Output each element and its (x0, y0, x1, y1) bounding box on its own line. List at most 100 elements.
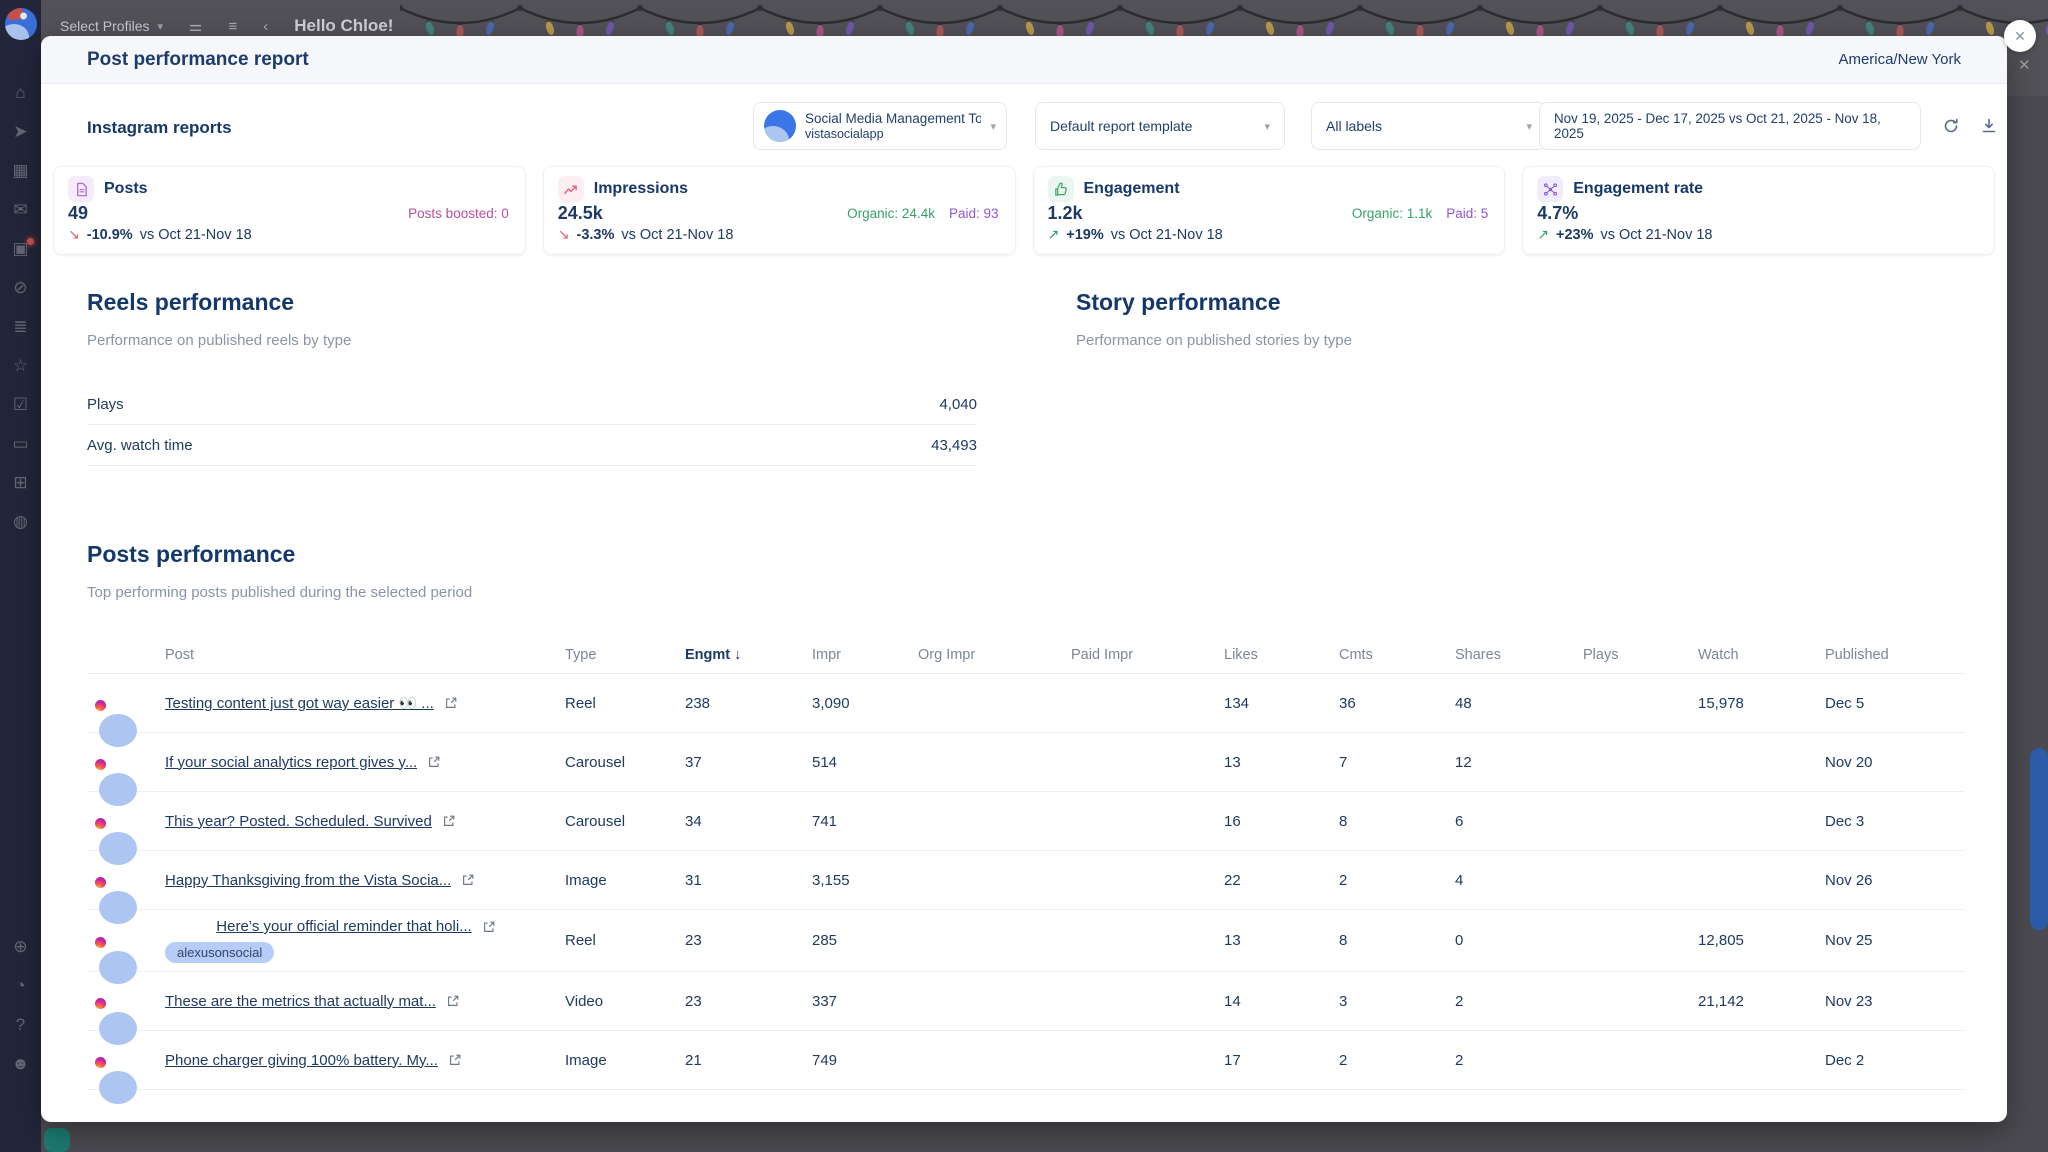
post-link[interactable]: Happy Thanksgiving from the Vista Socia.… (165, 872, 451, 889)
cell-impr: 3,090 (812, 695, 918, 712)
metric-card-engagement-rate: Engagement rate4.7%↗+23%vs Oct 21-Nov 18 (1522, 166, 1995, 255)
close-button[interactable]: ✕ (2004, 20, 2036, 52)
cell-likes: 16 (1224, 813, 1339, 830)
column-header-watch[interactable]: Watch (1698, 647, 1825, 663)
story-performance-subtitle: Performance on published stories by type (1076, 332, 1352, 349)
cell-engmt: 238 (685, 695, 812, 712)
sidebar-add-icon[interactable]: ⊕ (13, 938, 27, 955)
posts-performance-heading: Posts performance (87, 541, 295, 568)
reels-performance-heading: Reels performance (87, 289, 294, 316)
column-header-engmt[interactable]: Engmt ↓ (685, 647, 812, 663)
external-link-icon[interactable] (461, 873, 475, 887)
cell-type: Image (565, 1052, 685, 1069)
post-link[interactable]: These are the metrics that actually mat.… (165, 993, 436, 1010)
download-button[interactable] (1977, 114, 2001, 138)
cell-published: Nov 26 (1825, 872, 1965, 889)
trend-compare-label: vs Oct 21-Nov 18 (1111, 227, 1223, 243)
column-header-post[interactable]: Post (165, 647, 565, 663)
external-link-icon[interactable] (448, 1053, 462, 1067)
sidebar-inbox-icon[interactable]: ✉ (13, 201, 27, 218)
report-template-select[interactable]: Default report template ▾ (1035, 102, 1285, 150)
sidebar-advocacy-icon[interactable]: ◍ (13, 513, 28, 530)
cell-engmt: 21 (685, 1052, 812, 1069)
cell-cmts: 2 (1339, 872, 1455, 889)
filter-icon[interactable]: ⚌ (189, 17, 202, 35)
metric-card-impressions: Impressions24.5kOrganic: 24.4kPaid: 93↘-… (543, 166, 1016, 255)
table-header-row: PostTypeEngmt ↓ImprOrg ImprPaid ImprLike… (87, 636, 1965, 674)
chevron-down-icon: ▾ (157, 20, 163, 33)
engagement-icon (1048, 176, 1074, 202)
column-header-plays[interactable]: Plays (1583, 647, 1698, 663)
sidebar-notifications-icon[interactable]: ◔ (15, 977, 25, 994)
sidebar-home-icon[interactable]: ⌂ (15, 84, 25, 101)
card-title: Engagement (1084, 180, 1180, 198)
cell-cmts: 3 (1339, 993, 1455, 1010)
column-header-paid-impr[interactable]: Paid Impr (1071, 647, 1224, 663)
sidebar-reviews-icon[interactable]: ☆ (13, 357, 28, 374)
sidebar-billing-icon[interactable]: ▭ (12, 435, 28, 452)
labels-select[interactable]: All labels ▾ (1311, 102, 1547, 150)
modal-header: Post performance report America/New York (41, 36, 2007, 84)
table-row: Here’s your official reminder that holi.… (87, 910, 1965, 972)
sidebar-integrations-icon[interactable]: ⊘ (13, 279, 27, 296)
sidebar-media-icon[interactable]: ▣ (12, 240, 28, 257)
table-row: Happy Thanksgiving from the Vista Socia.… (87, 851, 1965, 910)
sidebar-help-icon[interactable]: ? (16, 1016, 25, 1033)
column-header-impr[interactable]: Impr (812, 647, 918, 663)
cell-type: Image (565, 872, 685, 889)
post-performance-report-modal: Post performance report America/New York… (41, 36, 2007, 1122)
metric-card-posts: Posts49Posts boosted: 0↘-10.9%vs Oct 21-… (53, 166, 526, 255)
cell-cmts: 2 (1339, 1052, 1455, 1069)
external-link-icon[interactable] (427, 755, 441, 769)
column-header-type[interactable]: Type (565, 647, 685, 663)
card-stat: Paid: 93 (949, 206, 999, 221)
instagram-badge-icon (93, 875, 108, 890)
sidebar-apps-icon[interactable]: ⊞ (13, 474, 27, 491)
sidebar-calendar-icon[interactable]: ▦ (12, 162, 28, 179)
card-value: 49 (68, 203, 88, 224)
external-link-icon[interactable] (442, 814, 456, 828)
post-link[interactable]: This year? Posted. Scheduled. Survived (165, 813, 432, 830)
post-link[interactable]: If your social analytics report gives y.… (165, 754, 417, 771)
sidebar-tasks-icon[interactable]: ☑ (13, 396, 28, 413)
profile-select[interactable]: Social Media Management Toc vistasociala… (753, 102, 1007, 150)
post-link[interactable]: Here’s your official reminder that holi.… (216, 918, 471, 935)
column-header-published[interactable]: Published (1825, 647, 1965, 663)
post-label-tag[interactable]: alexusonsocial (165, 942, 274, 963)
external-link-icon[interactable] (482, 920, 496, 934)
vista-social-logo[interactable] (5, 8, 37, 40)
chat-widget[interactable] (44, 1128, 70, 1152)
column-header-org-impr[interactable]: Org Impr (918, 647, 1071, 663)
cell-impr: 514 (812, 754, 918, 771)
external-link-icon[interactable] (444, 696, 458, 710)
cell-engmt: 23 (685, 993, 812, 1010)
refresh-button[interactable] (1939, 114, 1963, 138)
notification-dot (27, 238, 34, 245)
profile-handle: vistasocialapp (805, 127, 981, 141)
timezone-label: America/New York (1838, 51, 1961, 68)
report-template-value: Default report template (1050, 118, 1192, 134)
chevron-down-icon: ▾ (1526, 120, 1532, 133)
post-link[interactable]: Testing content just got way easier 👀 ..… (165, 694, 434, 712)
post-link[interactable]: Phone charger giving 100% battery. My... (165, 1052, 438, 1069)
column-header-shares[interactable]: Shares (1455, 647, 1583, 663)
card-stat: Organic: 1.1k (1352, 206, 1432, 221)
table-row: Plays 4,040 (87, 384, 977, 425)
cell-watch: 12,805 (1698, 932, 1825, 949)
column-header-cmts[interactable]: Cmts (1339, 647, 1455, 663)
cell-likes: 134 (1224, 695, 1339, 712)
sidebar-account-avatar-icon[interactable]: ☻ (12, 1055, 30, 1072)
sidebar-create-post-icon[interactable]: ➤ (13, 123, 27, 140)
collapse-icon[interactable]: ‹ (263, 18, 268, 35)
date-range-picker[interactable]: Nov 19, 2025 - Dec 17, 2025 vs Oct 21, 2… (1539, 102, 1921, 150)
impressions-icon (558, 176, 584, 202)
column-header-likes[interactable]: Likes (1224, 647, 1339, 663)
card-title: Impressions (594, 180, 688, 198)
scrollbar-thumb[interactable] (2030, 748, 2048, 930)
metric-value: 43,493 (931, 437, 977, 454)
menu-icon[interactable]: ≡ (228, 18, 237, 35)
select-profiles-dropdown[interactable]: Select Profiles▾ (60, 18, 163, 34)
external-link-icon[interactable] (446, 994, 460, 1008)
table-row: Phone charger giving 100% battery. My...… (87, 1031, 1965, 1090)
sidebar-reports-icon[interactable]: ≣ (13, 318, 27, 335)
